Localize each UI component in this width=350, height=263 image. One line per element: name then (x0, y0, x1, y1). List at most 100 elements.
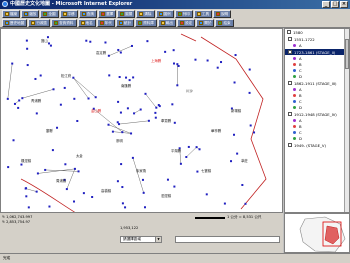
maximize-button[interactable]: □ (331, 1, 339, 8)
legend-item-label: B (299, 123, 302, 129)
checkbox-icon[interactable] (288, 143, 292, 147)
settlement-node (244, 202, 247, 205)
settlement-node (72, 76, 75, 79)
settlement-node (36, 172, 39, 175)
toolbar-button[interactable]: 檔案 (2, 10, 21, 18)
toolbar-button[interactable]: 年代 (96, 19, 115, 27)
toolbar-button-label: 行政區 (36, 20, 48, 25)
toolbar-icon (138, 21, 143, 25)
settlement-node (176, 63, 179, 66)
window-title: 中國歷史文化地圖 - Microsoft Internet Explorer (10, 1, 133, 7)
settlement-node (144, 92, 147, 95)
scrollbar-thumb[interactable] (345, 39, 349, 69)
legend-scrollbar[interactable] (344, 29, 349, 212)
legend-item-label: D (299, 135, 302, 141)
place-label: 寶山 (41, 39, 48, 43)
toolbar-button-label: 查詢資料 (59, 20, 74, 25)
coord-y2: Y: 2,853,754.97 (2, 220, 31, 224)
settlement-node (195, 146, 198, 149)
toolbar-button-label: 設定 (185, 20, 193, 25)
settlement-node (107, 123, 110, 126)
settlement-node (173, 62, 176, 65)
map-canvas[interactable]: 寶山 嘉定縣 上海縣 松江府 南匯縣 川沙 青浦縣 金山縣 奉賢縣 華亭縣 婁縣 崇明 太倉 平湖縣 楓涇鎮… (0, 28, 283, 213)
overview-map[interactable] (284, 213, 350, 253)
toolbar-button-label: 選擇 (105, 11, 114, 16)
toolbar-button[interactable]: 地名 (77, 19, 96, 27)
toolbar-button[interactable]: 圖層 (117, 10, 136, 18)
toolbar-icon (100, 12, 105, 16)
route-line (7, 63, 13, 99)
checkbox-icon[interactable] (288, 112, 292, 116)
toolbar-icon (199, 21, 204, 25)
place-label: 松江府 (61, 74, 72, 78)
toolbar-button-label: 圖層 (125, 11, 133, 16)
toolbar-button[interactable]: 關於 (196, 19, 215, 27)
settlement-node (119, 111, 122, 114)
settlement-node (234, 54, 237, 57)
toolbar-button[interactable]: 歷史地圖 (2, 19, 28, 27)
settlement-node (128, 79, 131, 82)
toolbar-button[interactable]: 統計 (115, 19, 135, 27)
legend-top-layer[interactable]: 1580 (285, 29, 349, 35)
toolbar-button[interactable]: 資料庫 (135, 19, 157, 27)
region-select[interactable]: 請選擇區域 ▼ (120, 236, 162, 243)
settlement-node (48, 42, 51, 45)
toolbar-button[interactable]: 查詢 (78, 10, 97, 18)
settlement-node (6, 97, 9, 100)
settlement-node (166, 178, 169, 181)
toolbar-button[interactable]: 結束 (215, 19, 234, 27)
settlement-node (179, 162, 182, 165)
scale-label: 1 公分 = 8,531 公尺 (227, 215, 262, 219)
toolbar-button[interactable]: 列印 (174, 10, 193, 18)
toolbar-icon (216, 12, 221, 16)
settlement-node (25, 39, 28, 42)
legend-item-label: C (299, 129, 302, 135)
settlement-node (7, 166, 10, 169)
checkbox-icon[interactable] (288, 37, 292, 41)
minimize-button[interactable]: _ (322, 1, 330, 8)
toolbar-button[interactable]: 輸出 (157, 19, 177, 27)
toolbar-button[interactable]: 圖例 (155, 10, 174, 18)
legend-item-label: C (299, 98, 302, 104)
place-label: 莘莊 (241, 159, 248, 163)
toolbar-button[interactable]: 清除 (136, 10, 155, 18)
toolbar-button[interactable]: 縮放 (21, 10, 40, 18)
toolbar-button[interactable]: 設定 (177, 19, 196, 27)
toolbar-button[interactable]: 選擇 (97, 10, 117, 18)
settlement-node (82, 192, 85, 195)
place-label: 楓涇鎮 (21, 159, 32, 163)
toolbar-icon (62, 12, 67, 16)
toolbar-button[interactable]: 行政區 (28, 19, 51, 27)
place-label: 南匯縣 (121, 84, 132, 88)
boundary-line (180, 33, 267, 210)
settlement-node (27, 206, 30, 209)
close-button[interactable]: × (340, 1, 348, 8)
legend-group-title[interactable]: 1949- (STAGE_V) (285, 142, 349, 148)
map-statusbar: Y: 1,062,743.997 Y: 2,853,754.97 1,953,1… (0, 213, 283, 253)
region-select-value: 請選擇區域 (123, 237, 141, 241)
place-label: 嘉定縣 (96, 51, 107, 55)
map-toolbar: 檔案 縮放 全圖 平移 查詢 選擇 圖層 清除 圖例 列印 工具 說明 歷史地圖 行政區 查詢資料 地名 年代… (0, 9, 350, 28)
settlement-node (65, 188, 68, 191)
toolbar-button[interactable]: 查詢資料 (51, 19, 77, 27)
checkbox-icon[interactable] (288, 50, 292, 54)
place-label: 朱家角 (136, 169, 147, 173)
legend-item: D (285, 104, 349, 110)
legend-item: D (285, 135, 349, 141)
toolbar-icon (218, 21, 223, 25)
map-graphics (6, 33, 267, 212)
place-label: 婁縣 (46, 129, 53, 133)
legend-dot-icon (293, 130, 296, 134)
checkbox-icon[interactable] (287, 30, 291, 34)
legend-group-label: 1862-1911 (STAGE_III) (294, 80, 337, 86)
chevron-down-icon[interactable]: ▼ (155, 237, 161, 242)
toolbar-button[interactable]: 全圖 (40, 10, 59, 18)
toolbar-button[interactable]: 工具 (193, 10, 213, 18)
toolbar-button-label: 列印 (182, 11, 190, 16)
settlement-node (172, 49, 175, 52)
browser-status-text: 完成 (3, 256, 11, 260)
settlement-node (39, 74, 42, 77)
checkbox-icon[interactable] (288, 81, 292, 85)
toolbar-button[interactable]: 平移 (59, 10, 78, 18)
toolbar-button[interactable]: 說明 (213, 10, 232, 18)
